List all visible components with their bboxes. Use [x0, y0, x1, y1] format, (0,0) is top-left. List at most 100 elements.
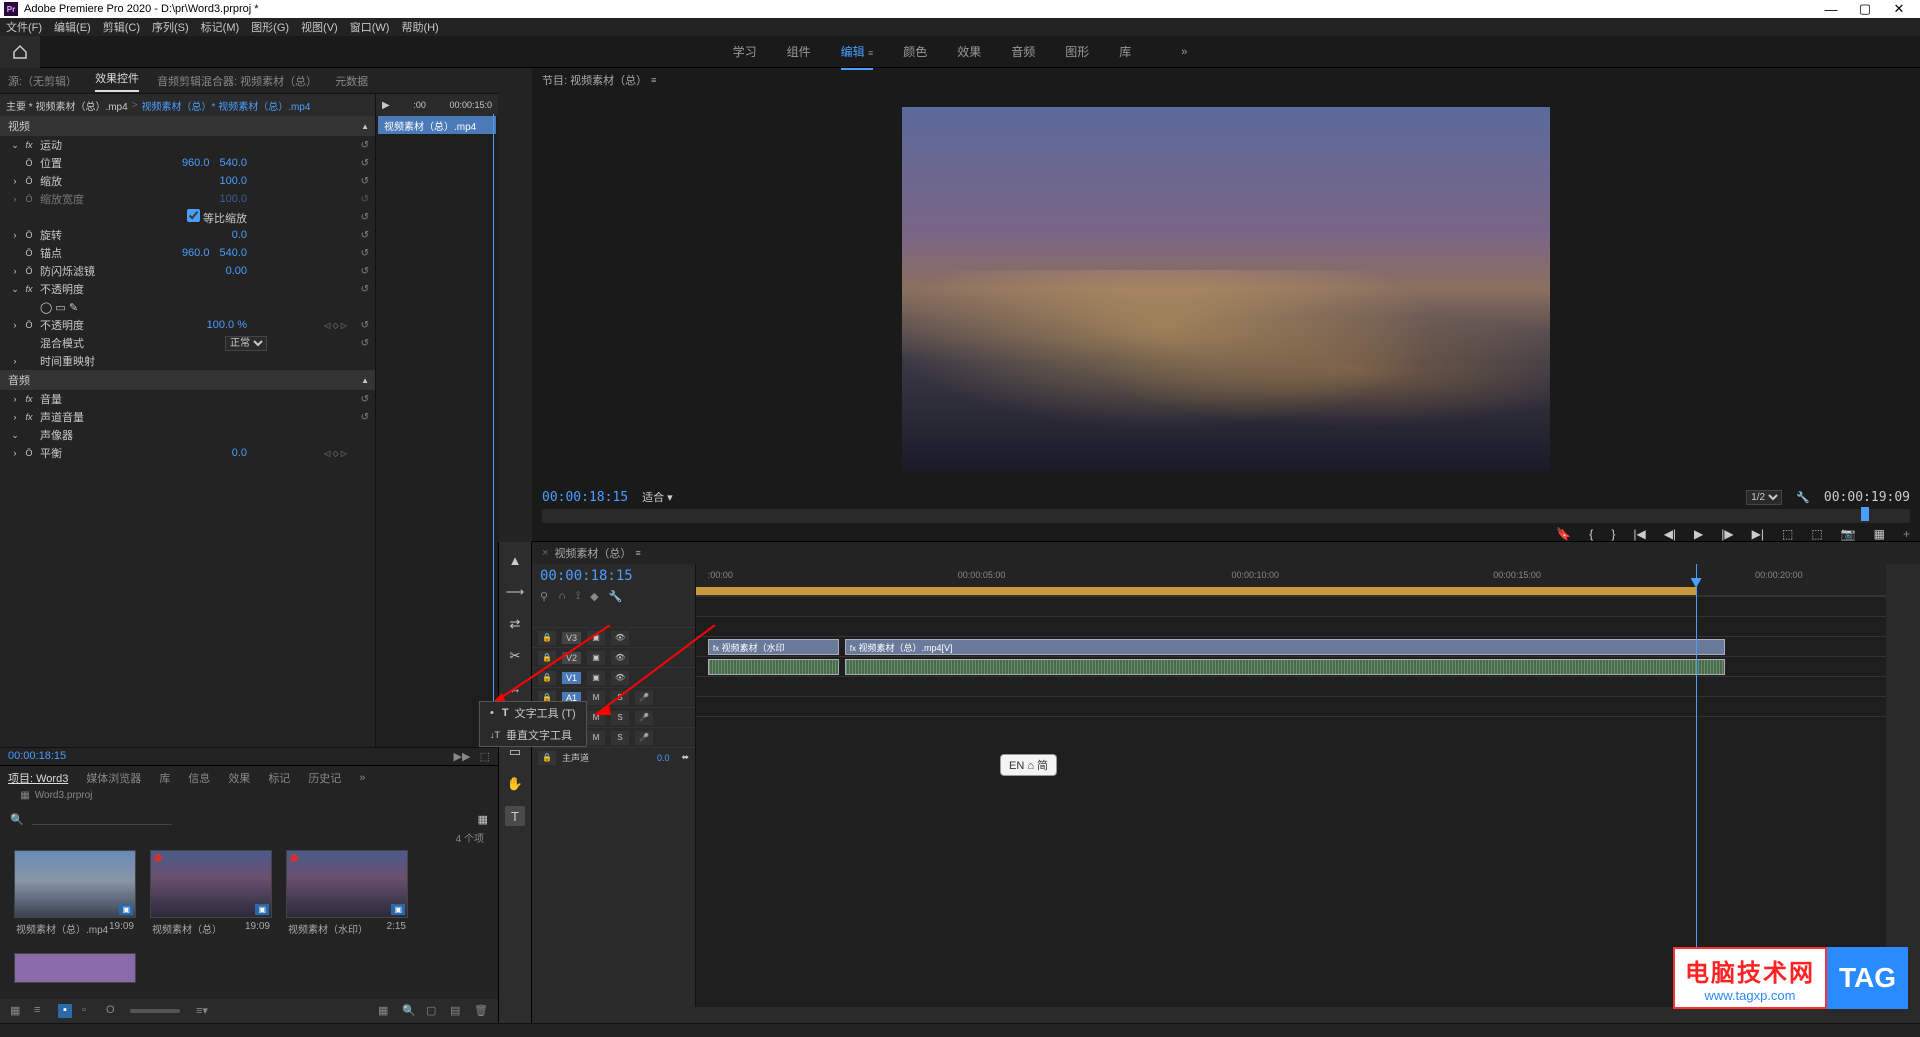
new-item-icon[interactable]: ▤	[450, 1004, 464, 1018]
tab-info[interactable]: 信息	[188, 770, 210, 786]
ec-playhead[interactable]	[493, 114, 494, 747]
filter-icon[interactable]: ▦	[478, 813, 488, 826]
menu-markers[interactable]: 标记(M)	[201, 19, 240, 35]
clip-v1-watermark[interactable]: fx 视频素材（水印	[708, 639, 839, 655]
ec-timeline[interactable]: ▶:0000:00:15:0 视频素材（总）.mp4	[375, 94, 498, 747]
clip-a1-main[interactable]	[845, 659, 1726, 675]
slip-tool[interactable]: ↔	[505, 678, 525, 698]
bin-item[interactable]: ▣ 视频素材（水印）2:15	[286, 850, 408, 939]
menu-file[interactable]: 文件(F)	[6, 19, 42, 35]
menu-sequence[interactable]: 序列(S)	[152, 19, 189, 35]
step-forward-button[interactable]: |▶	[1721, 527, 1733, 541]
prop-balance[interactable]: ›Ö平衡0.0◁ ◇ ▷	[0, 444, 375, 462]
timeline-tracks-area[interactable]: :00:00 00:00:05:00 00:00:10:00 00:00:15:…	[696, 564, 1886, 1007]
tab-history[interactable]: 历史记	[308, 770, 341, 786]
linked-selection-icon[interactable]: ∩	[558, 590, 566, 603]
menu-view[interactable]: 视图(V)	[301, 19, 338, 35]
workspace-effects[interactable]: 效果	[957, 43, 981, 60]
new-bin-icon[interactable]: ▢	[426, 1004, 440, 1018]
auto-seq-icon[interactable]: ▦	[378, 1004, 392, 1018]
tab-audio-mixer[interactable]: 音频剪辑混合器: 视频素材（总）	[157, 73, 317, 89]
type-tool[interactable]: T	[505, 806, 525, 826]
opacity-masks[interactable]: ◯ ▭ ✎	[0, 298, 375, 316]
track-v2[interactable]: 🔒V2▣👁	[532, 647, 695, 667]
go-to-in-button[interactable]: |◀	[1633, 527, 1645, 541]
mark-in-button[interactable]: {	[1589, 527, 1593, 541]
timeline-timecode[interactable]: 00:00:18:15	[532, 564, 695, 588]
icon-view-icon[interactable]: ▪	[58, 1004, 72, 1018]
timeline-playhead[interactable]	[1696, 564, 1697, 1007]
tab-more[interactable]: »	[359, 772, 365, 784]
sort-icon[interactable]: O	[106, 1004, 120, 1018]
bin-item[interactable]: ▣ 视频素材（总）19:09	[150, 850, 272, 939]
tab-media-browser[interactable]: 媒体浏览器	[86, 770, 141, 786]
menu-window[interactable]: 窗口(W)	[350, 19, 390, 35]
uniform-scale-checkbox[interactable]	[187, 209, 200, 222]
track-area-v2[interactable]	[696, 616, 1886, 636]
fx-opacity[interactable]: ⌄fx不透明度↺	[0, 280, 375, 298]
freeform-icon[interactable]: ▫	[82, 1004, 96, 1018]
minimize-button[interactable]: —	[1814, 2, 1848, 17]
prop-scale[interactable]: ›Ö缩放100.0↺	[0, 172, 375, 190]
insert-icon[interactable]: ◆	[590, 590, 598, 603]
program-video-area[interactable]	[532, 92, 1920, 485]
flyout-type-tool[interactable]: T 文字工具 (T)	[480, 702, 586, 724]
track-area-v3[interactable]	[696, 596, 1886, 616]
track-master[interactable]: 🔒主声道0.0⬌	[532, 747, 695, 767]
step-back-button[interactable]: ◀|	[1664, 527, 1676, 541]
selection-tool[interactable]: ▲	[505, 550, 525, 570]
list-view-icon[interactable]: ≡	[34, 1004, 48, 1018]
timeline-footer[interactable]	[532, 1007, 1920, 1023]
tab-markers[interactable]: 标记	[268, 770, 290, 786]
razor-tool[interactable]: ✂	[505, 646, 525, 666]
workspace-audio[interactable]: 音频	[1011, 43, 1035, 60]
prop-rotation[interactable]: ›Ö旋转0.0↺	[0, 226, 375, 244]
tab-project[interactable]: 项目: Word3	[8, 770, 68, 786]
track-v1[interactable]: 🔒V1▣👁	[532, 667, 695, 687]
program-scrubber[interactable]	[542, 509, 1910, 523]
extract-button[interactable]: ⬚	[1811, 527, 1822, 541]
workspace-libraries[interactable]: 库	[1119, 43, 1131, 60]
tab-effects[interactable]: 效果	[228, 770, 250, 786]
mark-out-button[interactable]: }	[1611, 527, 1615, 541]
lift-button[interactable]: ⬚	[1782, 527, 1793, 541]
trash-icon[interactable]: 🗑	[474, 1004, 488, 1018]
snap-icon[interactable]: ⚲	[540, 590, 548, 603]
menu-clip[interactable]: 剪辑(C)	[103, 19, 140, 35]
track-area-master[interactable]	[696, 716, 1886, 736]
tab-source[interactable]: 源:（无剪辑）	[8, 73, 77, 89]
prop-antiflicker[interactable]: ›Ö防闪烁滤镜0.00↺	[0, 262, 375, 280]
wrench-icon[interactable]: 🔧	[1796, 491, 1810, 504]
close-button[interactable]: ✕	[1882, 1, 1916, 17]
program-fit[interactable]: 适合 ▾	[642, 489, 673, 505]
fx-timeremap[interactable]: ›时间重映射	[0, 352, 375, 370]
tab-metadata[interactable]: 元数据	[335, 73, 368, 89]
fx-channel-volume[interactable]: ›fx声道音量↺	[0, 408, 375, 426]
track-area-a3[interactable]	[696, 696, 1886, 716]
workspace-learn[interactable]: 学习	[733, 43, 757, 60]
maximize-button[interactable]: ▢	[1848, 1, 1882, 17]
hand-tool[interactable]: ✋	[505, 774, 525, 794]
sequence-name[interactable]: 视频素材（总）	[554, 545, 631, 561]
workspace-more[interactable]: »	[1181, 46, 1187, 58]
track-select-tool[interactable]: ⟶	[505, 582, 525, 602]
prop-blend-mode[interactable]: 混合模式正常↺	[0, 334, 375, 352]
timeline-ruler[interactable]: :00:00 00:00:05:00 00:00:10:00 00:00:15:…	[696, 564, 1886, 596]
filmstrip-icon[interactable]: ▦	[10, 1004, 24, 1018]
go-to-out-button[interactable]: ▶|	[1752, 527, 1764, 541]
menu-help[interactable]: 帮助(H)	[401, 19, 438, 35]
sort-menu[interactable]: ≡▾	[196, 1004, 210, 1018]
track-area-a1[interactable]	[696, 656, 1886, 676]
blend-mode-select[interactable]: 正常	[225, 336, 267, 351]
prop-anchor[interactable]: Ö锚点960.0540.0↺	[0, 244, 375, 262]
menu-edit[interactable]: 编辑(E)	[54, 19, 91, 35]
clip-v1-main[interactable]: fx 视频素材（总）.mp4[V]	[845, 639, 1726, 655]
workspace-editing[interactable]: 编辑 ≡	[841, 43, 874, 60]
prop-position[interactable]: Ö位置960.0540.0↺	[0, 154, 375, 172]
home-button[interactable]	[0, 36, 40, 68]
find-icon[interactable]: 🔍	[402, 1004, 416, 1018]
bin-item-new[interactable]	[14, 953, 136, 983]
prop-opacity[interactable]: ›Ö不透明度100.0 %◁ ◇ ▷↺	[0, 316, 375, 334]
compare-button[interactable]: ▦	[1874, 527, 1885, 541]
program-timecode-left[interactable]: 00:00:18:15	[542, 490, 628, 505]
